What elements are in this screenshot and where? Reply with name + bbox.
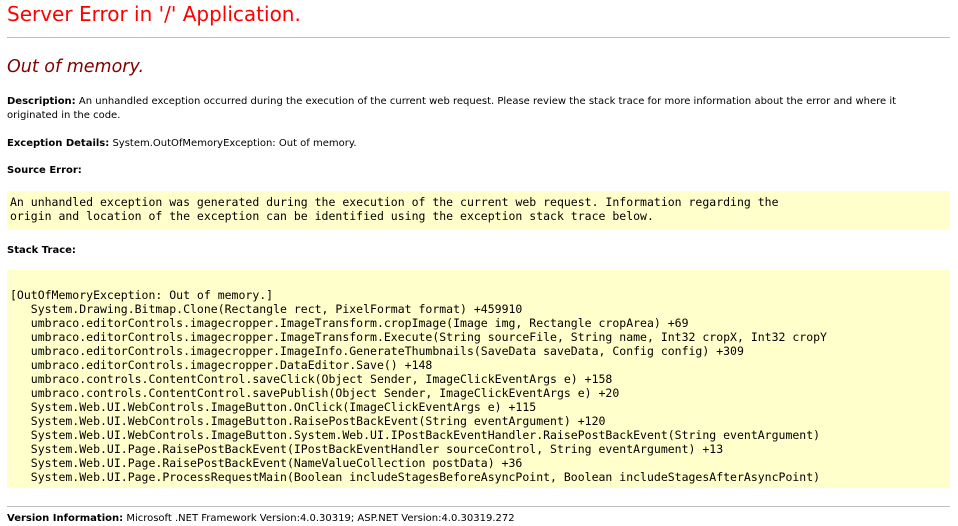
stack-frame: System.Web.UI.Page.ProcessRequestMain(Bo… xyxy=(10,470,821,484)
version-information-label: Version Information: xyxy=(7,513,124,524)
exception-details-block: Exception Details: System.OutOfMemoryExc… xyxy=(7,137,357,151)
description-label: Description: xyxy=(7,96,76,107)
source-error-line: origin and location of the exception can… xyxy=(10,209,654,223)
stack-frame: umbraco.editorControls.imagecropper.Imag… xyxy=(10,344,744,358)
page-title: Server Error in '/' Application. xyxy=(7,2,301,26)
stack-frame: umbraco.controls.ContentControl.savePubl… xyxy=(10,386,620,400)
exception-details-label: Exception Details: xyxy=(7,138,110,149)
stack-trace-label: Stack Trace: xyxy=(7,245,76,256)
stack-frame: System.Web.UI.Page.RaisePostBackEvent(Na… xyxy=(10,456,523,470)
stack-frame: umbraco.editorControls.imagecropper.Data… xyxy=(10,358,433,372)
stack-frame: System.Web.UI.WebControls.ImageButton.Sy… xyxy=(10,428,821,442)
source-error-label: Source Error: xyxy=(7,165,82,176)
version-information-text: Microsoft .NET Framework Version:4.0.303… xyxy=(126,513,515,524)
description-text: An unhandled exception occurred during t… xyxy=(7,96,897,121)
version-divider xyxy=(7,506,950,507)
stack-frame: umbraco.editorControls.imagecropper.Imag… xyxy=(10,330,827,344)
stack-trace-box: [OutOfMemoryException: Out of memory.] S… xyxy=(7,270,950,488)
stack-trace-heading: Stack Trace: xyxy=(7,244,76,258)
source-error-heading: Source Error: xyxy=(7,164,82,178)
stack-frame: umbraco.editorControls.imagecropper.Imag… xyxy=(10,316,689,330)
stack-frame: System.Drawing.Bitmap.Clone(Rectangle re… xyxy=(10,302,523,316)
error-message-heading: Out of memory. xyxy=(7,57,145,77)
version-information-block: Version Information: Microsoft .NET Fram… xyxy=(7,512,515,526)
stack-frame: System.Web.UI.Page.RaisePostBackEvent(IP… xyxy=(10,442,724,456)
stack-frame: umbraco.controls.ContentControl.saveClic… xyxy=(10,372,613,386)
source-error-line: An unhandled exception was generated dur… xyxy=(10,195,779,209)
stack-frame: [OutOfMemoryException: Out of memory.] xyxy=(10,288,274,302)
stack-frame: System.Web.UI.WebControls.ImageButton.Ra… xyxy=(10,414,606,428)
description-block: Description: An unhandled exception occu… xyxy=(7,95,947,123)
stack-frame: System.Web.UI.WebControls.ImageButton.On… xyxy=(10,400,537,414)
exception-details-text: System.OutOfMemoryException: Out of memo… xyxy=(112,138,357,149)
source-error-box: An unhandled exception was generated dur… xyxy=(7,191,950,230)
title-divider xyxy=(7,37,950,38)
